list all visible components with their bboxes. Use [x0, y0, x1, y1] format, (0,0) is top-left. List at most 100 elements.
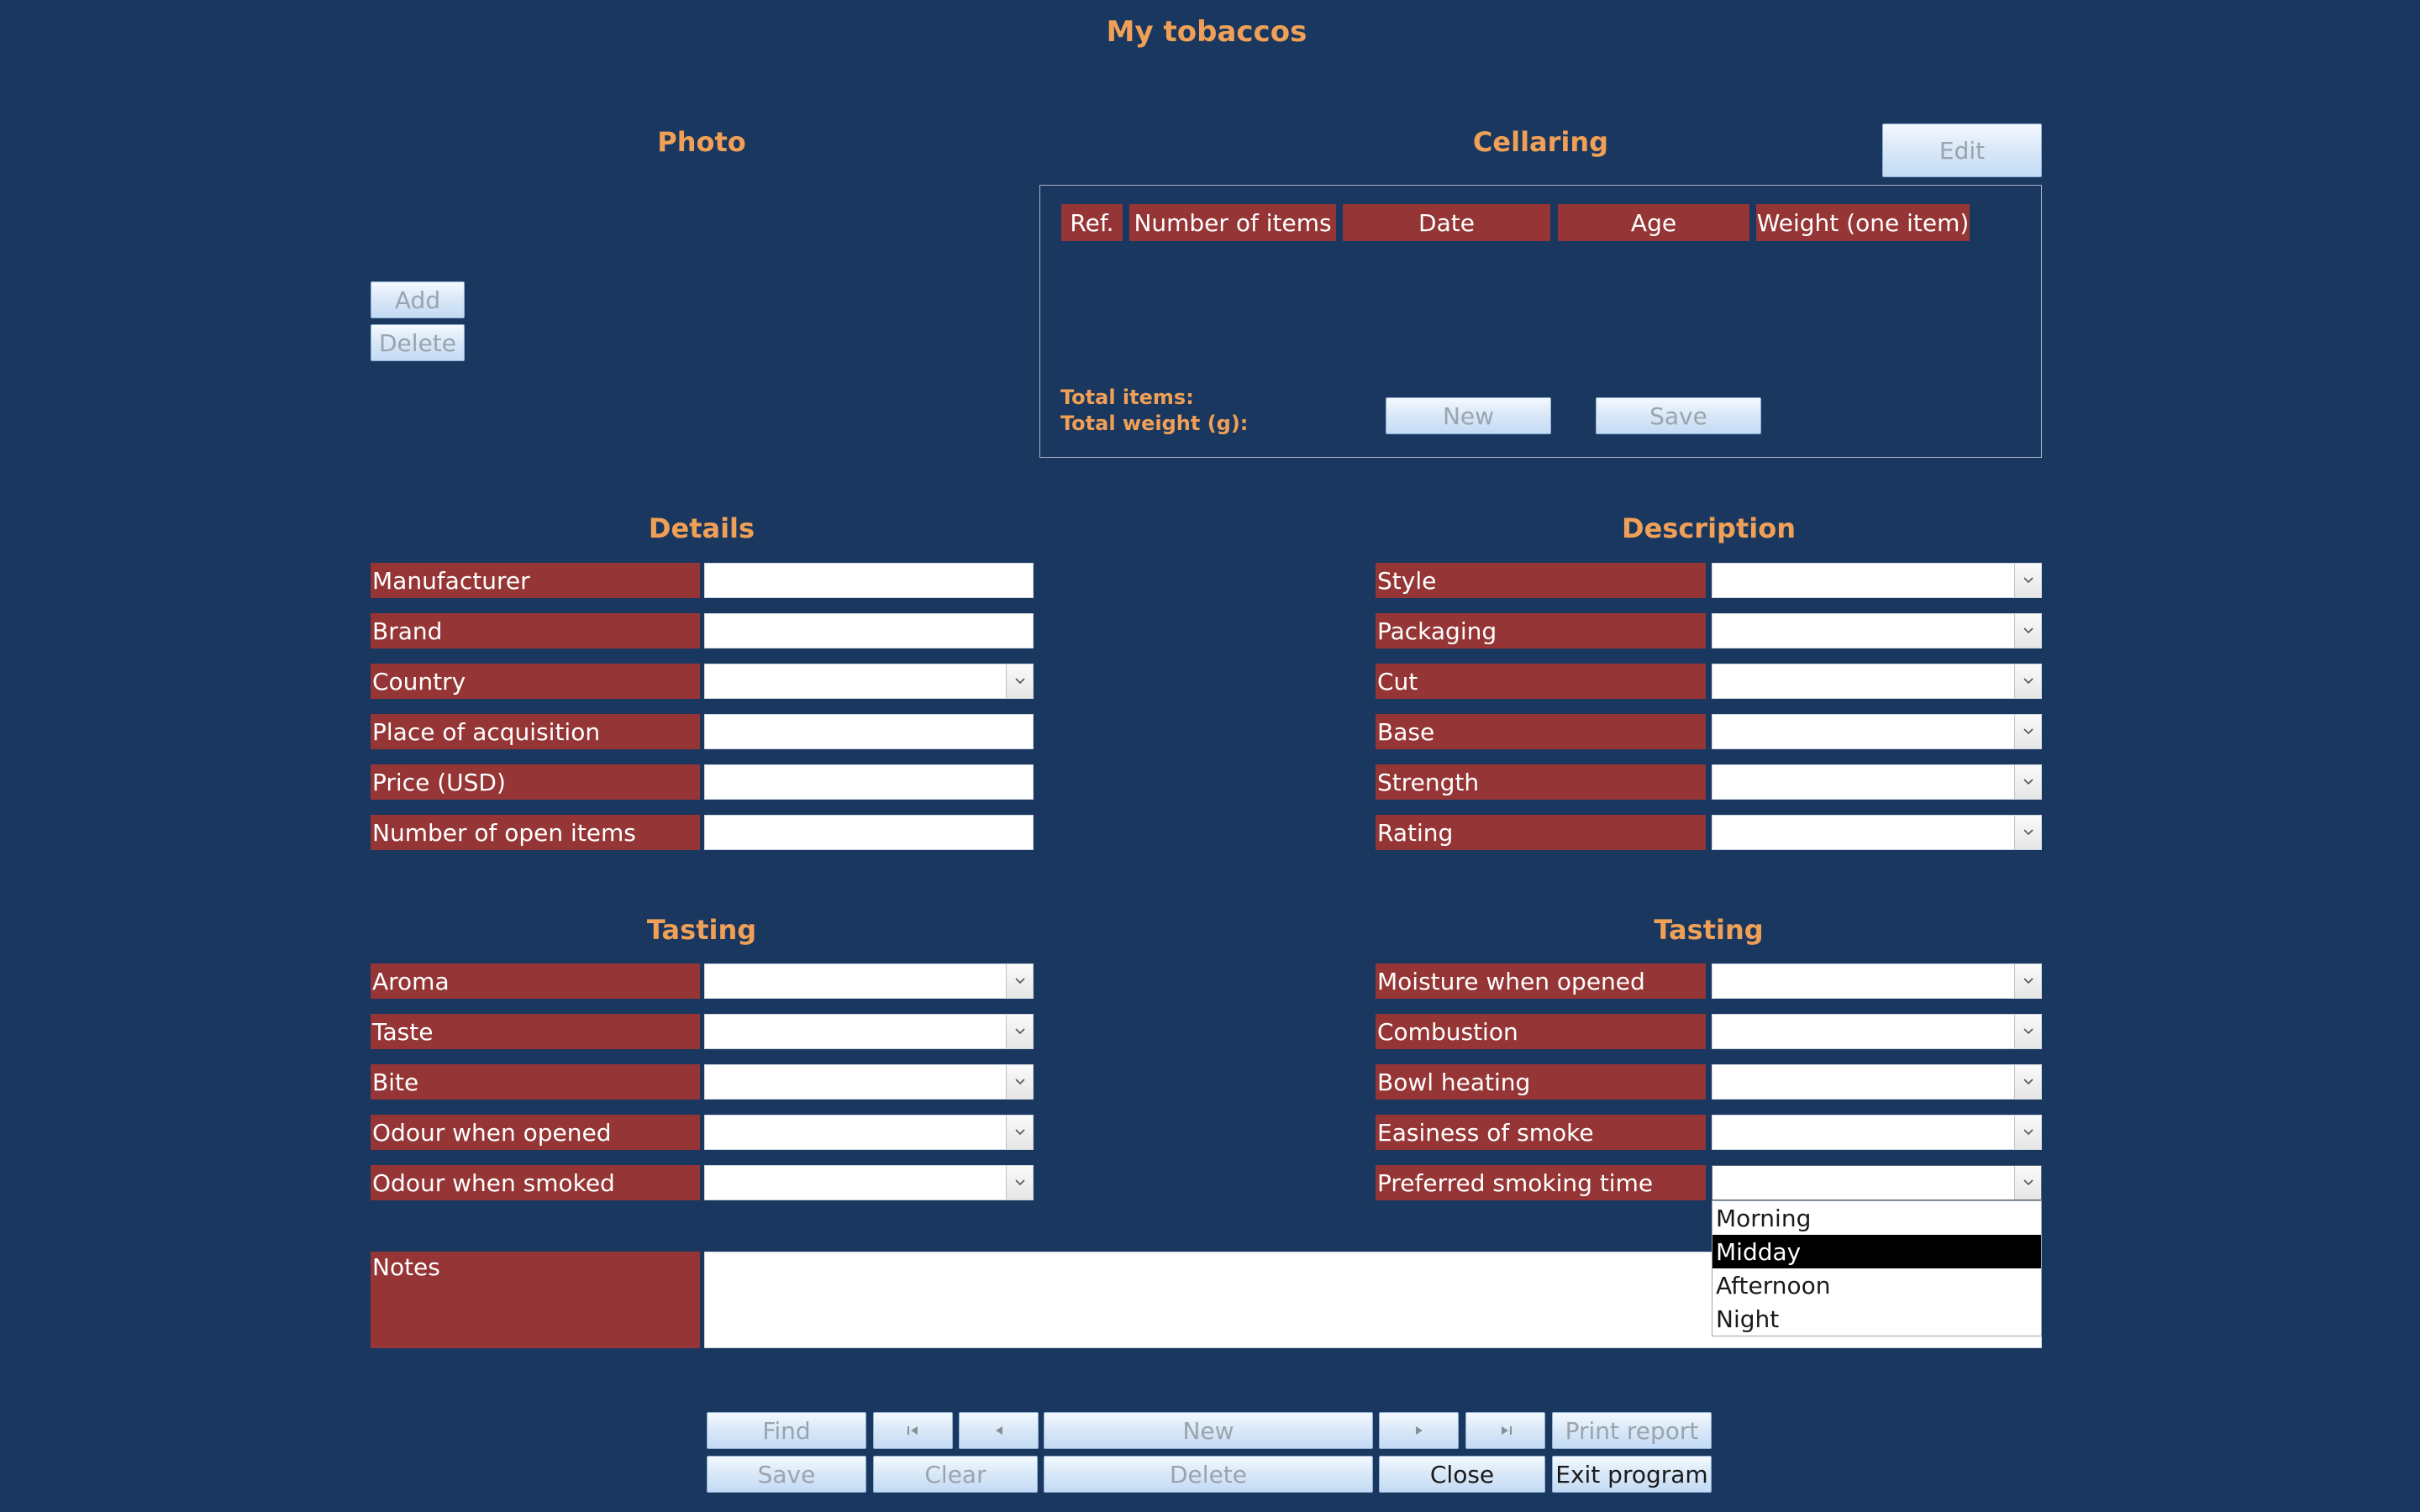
bite-select[interactable] [704, 1064, 1034, 1100]
label-aroma: Aroma [371, 963, 700, 999]
country-select[interactable] [704, 664, 1034, 699]
description-heading: Description [1622, 512, 1796, 544]
tasting-right-heading: Tasting [1654, 914, 1764, 946]
close-button[interactable]: Close [1379, 1456, 1545, 1493]
combustion-select[interactable] [1712, 1014, 2042, 1049]
moisture-when-opened-select[interactable] [1712, 963, 2042, 999]
cellaring-col-date: Date [1343, 204, 1550, 241]
label-easiness-of-smoke: Easiness of smoke [1376, 1115, 1706, 1150]
cut-select[interactable] [1712, 664, 2042, 699]
price-input[interactable] [704, 764, 1034, 800]
place-of-acquisition-input[interactable] [704, 714, 1034, 749]
chevron-down-icon[interactable] [1006, 1116, 1033, 1149]
odour-when-smoked-select[interactable] [704, 1165, 1034, 1200]
cellaring-col-age: Age [1558, 204, 1749, 241]
taste-select[interactable] [704, 1014, 1034, 1049]
print-report-button[interactable]: Print report [1552, 1412, 1712, 1449]
label-combustion: Combustion [1376, 1014, 1706, 1049]
first-record-icon [907, 1426, 918, 1435]
last-record-icon [1501, 1426, 1512, 1435]
label-packaging: Packaging [1376, 613, 1706, 648]
label-moisture-when-opened: Moisture when opened [1376, 963, 1706, 999]
find-button[interactable]: Find [707, 1412, 866, 1449]
label-style: Style [1376, 563, 1706, 598]
label-manufacturer: Manufacturer [371, 563, 700, 598]
chevron-down-icon[interactable] [2014, 1116, 2041, 1149]
photo-heading: Photo [657, 126, 746, 158]
exit-program-button[interactable]: Exit program [1552, 1456, 1712, 1493]
cellaring-new-button[interactable]: New [1386, 397, 1551, 434]
details-heading: Details [648, 512, 755, 544]
dropdown-option-midday[interactable]: Midday [1712, 1235, 2041, 1268]
cellaring-col-ref: Ref. [1061, 204, 1123, 241]
base-select[interactable] [1712, 714, 2042, 749]
chevron-down-icon[interactable] [2014, 614, 2041, 648]
easiness-of-smoke-select[interactable] [1712, 1115, 2042, 1150]
label-bowl-heating: Bowl heating [1376, 1064, 1706, 1100]
label-price: Price (USD) [371, 764, 700, 800]
rating-select[interactable] [1712, 815, 2042, 850]
tasting-left-heading: Tasting [646, 914, 757, 946]
dropdown-option-night[interactable]: Night [1712, 1302, 2041, 1336]
save-record-button[interactable]: Save [707, 1456, 866, 1493]
chevron-down-icon[interactable] [1006, 1065, 1033, 1099]
total-weight-label: Total weight (g): [1060, 412, 1249, 435]
label-number-of-open-items: Number of open items [371, 815, 700, 850]
chevron-down-icon[interactable] [1006, 664, 1033, 698]
page-title: My tobaccos [1106, 15, 1307, 49]
bowl-heating-select[interactable] [1712, 1064, 2042, 1100]
manufacturer-input[interactable] [704, 563, 1034, 598]
chevron-down-icon[interactable] [2014, 664, 2041, 698]
chevron-down-icon[interactable] [1006, 1015, 1033, 1048]
delete-record-button[interactable]: Delete [1044, 1456, 1373, 1493]
label-odour-when-opened: Odour when opened [371, 1115, 700, 1150]
next-record-icon [1415, 1426, 1423, 1435]
label-odour-when-smoked: Odour when smoked [371, 1165, 700, 1200]
chevron-down-icon[interactable] [2014, 964, 2041, 998]
label-strength: Strength [1376, 764, 1706, 800]
chevron-down-icon[interactable] [1006, 1166, 1033, 1200]
total-items-label: Total items: [1060, 386, 1194, 409]
chevron-down-icon[interactable] [2014, 765, 2041, 799]
chevron-down-icon[interactable] [2014, 816, 2041, 849]
new-record-button[interactable]: New [1044, 1412, 1373, 1449]
chevron-down-icon[interactable] [2014, 1166, 2041, 1200]
clear-button[interactable]: Clear [873, 1456, 1038, 1493]
next-record-button[interactable] [1379, 1412, 1459, 1449]
label-brand: Brand [371, 613, 700, 648]
last-record-button[interactable] [1465, 1412, 1545, 1449]
label-bite: Bite [371, 1064, 700, 1100]
label-country: Country [371, 664, 700, 699]
chevron-down-icon[interactable] [2014, 1015, 2041, 1048]
smoking-time-dropdown-list: Morning Midday Afternoon Night [1712, 1200, 2042, 1336]
label-notes: Notes [371, 1252, 700, 1348]
label-rating: Rating [1376, 815, 1706, 850]
first-record-button[interactable] [873, 1412, 953, 1449]
label-preferred-smoking-time: Preferred smoking time [1376, 1165, 1706, 1200]
label-base: Base [1376, 714, 1706, 749]
label-place-of-acquisition: Place of acquisition [371, 714, 700, 749]
photo-delete-button[interactable]: Delete [371, 324, 465, 361]
style-select[interactable] [1712, 563, 2042, 598]
packaging-select[interactable] [1712, 613, 2042, 648]
brand-input[interactable] [704, 613, 1034, 648]
label-cut: Cut [1376, 664, 1706, 699]
chevron-down-icon[interactable] [2014, 1065, 2041, 1099]
cellaring-save-button[interactable]: Save [1596, 397, 1761, 434]
odour-when-opened-select[interactable] [704, 1115, 1034, 1150]
strength-select[interactable] [1712, 764, 2042, 800]
photo-add-button[interactable]: Add [371, 281, 465, 318]
previous-record-button[interactable] [959, 1412, 1039, 1449]
number-of-open-items-input[interactable] [704, 815, 1034, 850]
chevron-down-icon[interactable] [2014, 564, 2041, 597]
cellaring-col-number-of-items: Number of items [1129, 204, 1336, 241]
label-taste: Taste [371, 1014, 700, 1049]
aroma-select[interactable] [704, 963, 1034, 999]
previous-record-icon [995, 1426, 1002, 1435]
cellaring-edit-button[interactable]: Edit [1882, 123, 2042, 177]
preferred-smoking-time-select[interactable] [1712, 1165, 2042, 1200]
chevron-down-icon[interactable] [2014, 715, 2041, 748]
dropdown-option-afternoon[interactable]: Afternoon [1712, 1268, 2041, 1302]
dropdown-option-morning[interactable]: Morning [1712, 1201, 2041, 1235]
chevron-down-icon[interactable] [1006, 964, 1033, 998]
